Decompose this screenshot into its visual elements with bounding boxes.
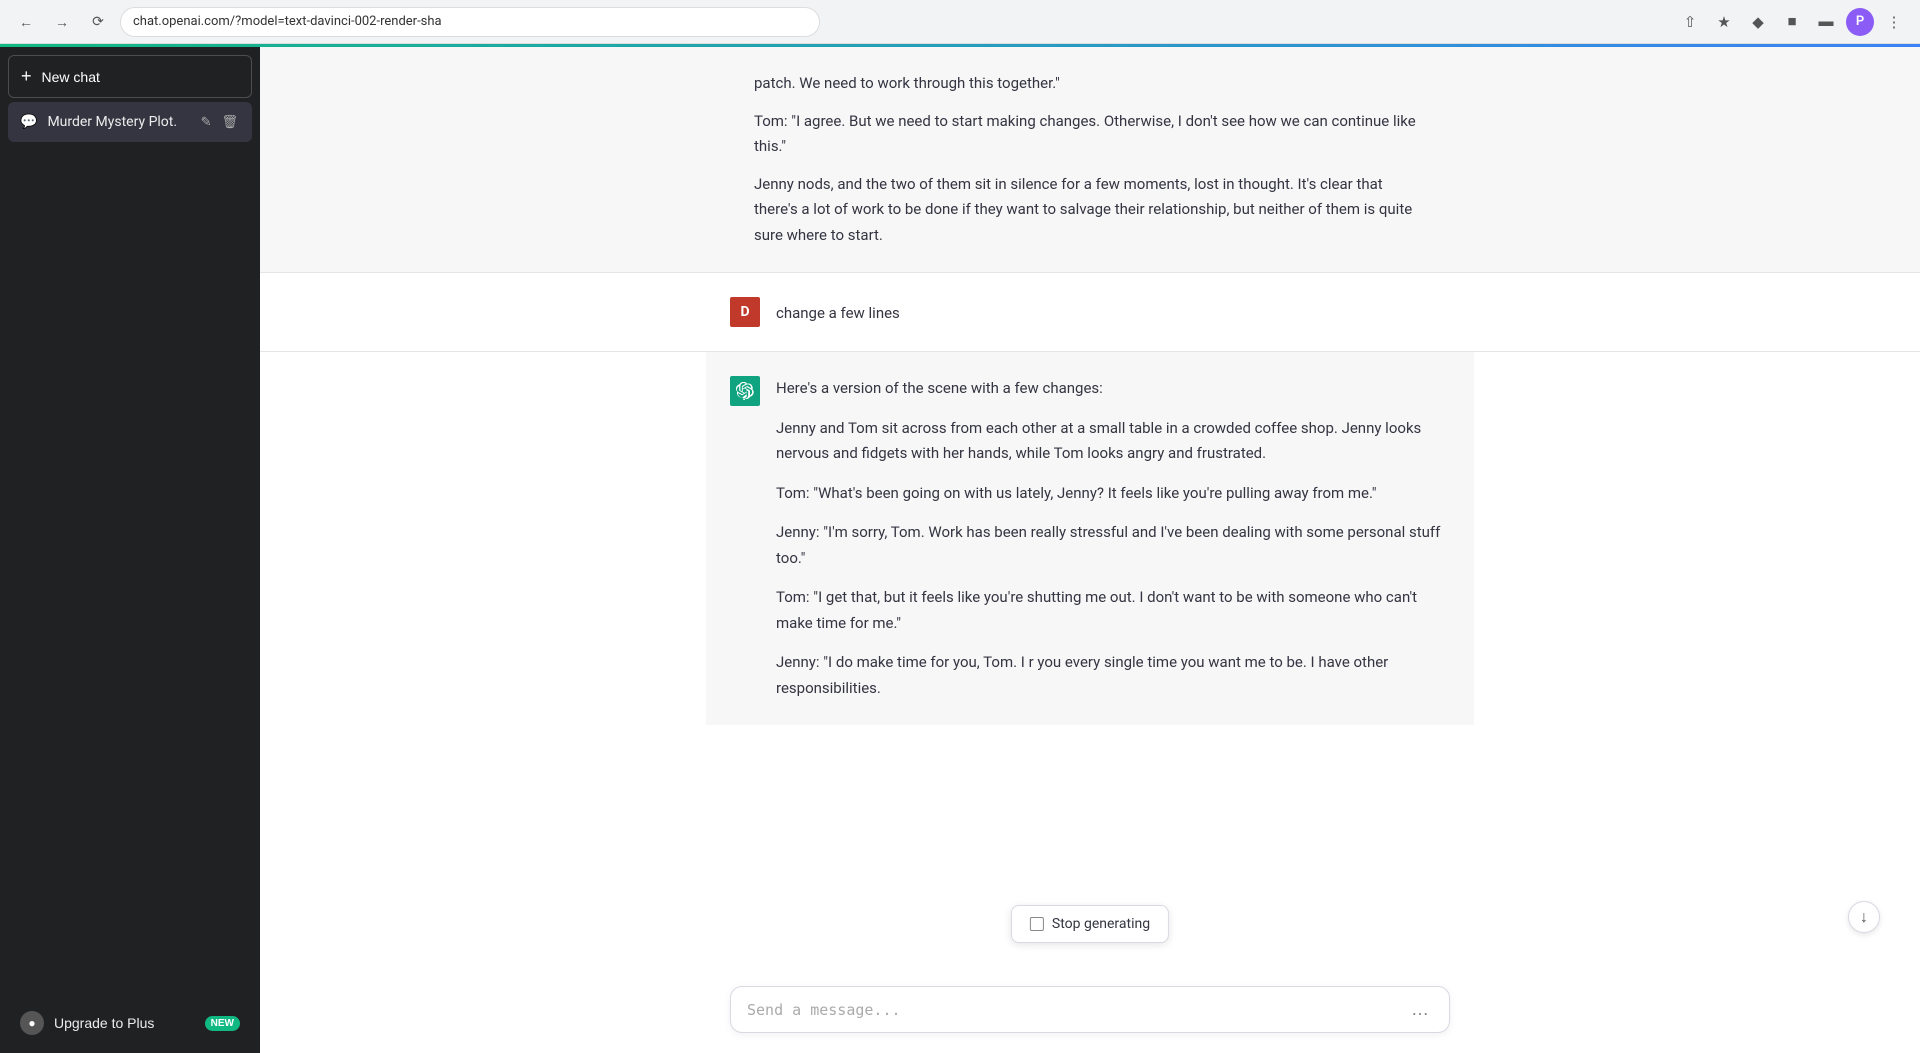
new-badge: NEW [205, 1016, 240, 1031]
prev-para3: Jenny nods, and the two of them sit in s… [754, 172, 1426, 249]
ai-para1: Jenny and Tom sit across from each other… [776, 416, 1450, 467]
prev-para1: patch. We need to work through this toge… [754, 71, 1426, 97]
browser-chrome: ← → ⟳ chat.openai.com/?model=text-davinc… [0, 0, 1920, 44]
refresh-button[interactable]: ⟳ [84, 8, 112, 36]
url-text: chat.openai.com/?model=text-davinci-002-… [133, 14, 442, 29]
more-icon[interactable]: ⋮ [1880, 8, 1908, 36]
ai-para2: Tom: "What's been going on with us latel… [776, 481, 1450, 507]
chat-item-label: Murder Mystery Plot. [47, 114, 188, 130]
ai-para5: Jenny: "I do make time for you, Tom. I r… [776, 650, 1450, 701]
ai-avatar [730, 376, 760, 406]
extension-icon3[interactable]: ▬ [1812, 8, 1840, 36]
input-area: … [260, 970, 1920, 1053]
edit-chat-button[interactable]: ✎ [199, 112, 214, 132]
app-container: + New chat 💬 Murder Mystery Plot. ✎ 🗑 ● … [0, 47, 1920, 1053]
previous-ai-block: patch. We need to work through this toge… [260, 47, 1920, 272]
message-input[interactable] [747, 1001, 1407, 1019]
prev-para2: Tom: "I agree. But we need to start maki… [754, 109, 1426, 160]
user-message-text: change a few lines [776, 297, 900, 327]
chat-item-actions: ✎ 🗑 [199, 112, 240, 132]
sidebar-item-murder-mystery[interactable]: 💬 Murder Mystery Plot. ✎ 🗑 [8, 102, 252, 142]
bookmark-icon[interactable]: ★ [1710, 8, 1738, 36]
ai-message-text: Here's a version of the scene with a few… [776, 376, 1450, 701]
share-icon[interactable]: ⇧ [1676, 8, 1704, 36]
profile-avatar[interactable]: P [1846, 8, 1874, 36]
chat-icon: 💬 [20, 114, 37, 130]
forward-button[interactable]: → [48, 8, 76, 36]
ai-para4: Tom: "I get that, but it feels like you'… [776, 585, 1450, 636]
new-chat-label: New chat [42, 69, 100, 85]
ai-message-row: Here's a version of the scene with a few… [706, 352, 1474, 725]
stop-generating-button[interactable]: Stop generating [1011, 905, 1169, 943]
user-message-row: D change a few lines [706, 273, 1474, 351]
sidebar: + New chat 💬 Murder Mystery Plot. ✎ 🗑 ● … [0, 47, 260, 1053]
extension-icon2[interactable]: ■ [1778, 8, 1806, 36]
prev-message-block: patch. We need to work through this toge… [730, 71, 1450, 248]
ai-intro: Here's a version of the scene with a few… [776, 376, 1450, 402]
upgrade-label: Upgrade to Plus [54, 1015, 154, 1031]
browser-right-icons: ⇧ ★ ◆ ■ ▬ P ⋮ [1676, 8, 1908, 36]
input-more-button[interactable]: … [1407, 999, 1433, 1020]
main-content: patch. We need to work through this toge… [260, 47, 1920, 1053]
input-box: … [730, 986, 1450, 1033]
sidebar-bottom: ● Upgrade to Plus NEW [8, 1001, 252, 1045]
openai-logo-icon [736, 382, 754, 400]
upgrade-to-plus-button[interactable]: ● Upgrade to Plus NEW [8, 1001, 252, 1045]
stop-generating-label: Stop generating [1052, 916, 1150, 932]
stop-checkbox-icon [1030, 917, 1044, 931]
back-button[interactable]: ← [12, 8, 40, 36]
ai-para3: Jenny: "I'm sorry, Tom. Work has been re… [776, 520, 1450, 571]
new-chat-button[interactable]: + New chat [8, 55, 252, 98]
chat-scroll[interactable]: patch. We need to work through this toge… [260, 47, 1920, 970]
address-bar[interactable]: chat.openai.com/?model=text-davinci-002-… [120, 7, 820, 37]
delete-chat-button[interactable]: 🗑 [219, 112, 240, 132]
plus-icon: + [21, 66, 32, 87]
scroll-down-button[interactable]: ↓ [1848, 901, 1880, 933]
prev-message-text: patch. We need to work through this toge… [754, 71, 1426, 248]
user-icon: ● [20, 1011, 44, 1035]
extension-icon1[interactable]: ◆ [1744, 8, 1772, 36]
scroll-down-icon: ↓ [1860, 907, 1868, 927]
user-avatar: D [730, 297, 760, 327]
